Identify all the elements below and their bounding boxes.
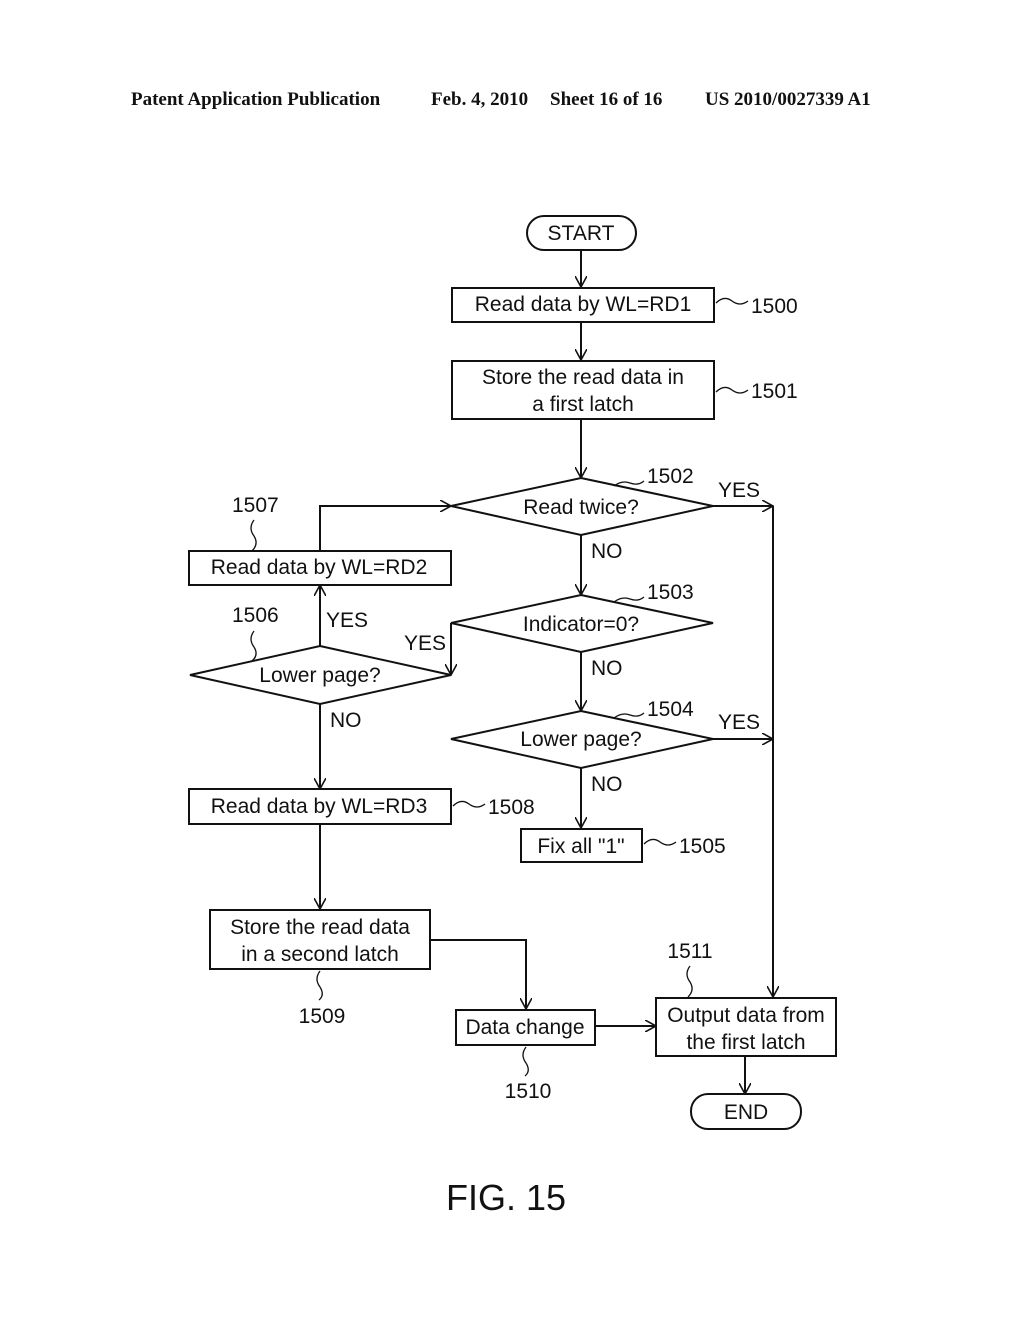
step-1505-text: Fix all "1" [537, 835, 624, 858]
decision-1503-no-label: NO [591, 657, 623, 680]
edge-1509-1510 [430, 939, 526, 1009]
figure-label: FIG. 15 [446, 1177, 566, 1218]
decision-1503-yes-label: YES [404, 632, 446, 655]
step-1509: Store the read data in a second latch 15… [209, 909, 431, 1028]
step-1510-text: Data change [465, 1016, 584, 1039]
ref-leader-1500 [715, 297, 749, 305]
ref-1505: 1505 [679, 835, 726, 858]
ref-leader-1501 [715, 386, 749, 394]
decision-1503-text: Indicator=0? [523, 613, 639, 636]
decision-1504-text: Lower page? [520, 728, 641, 751]
step-1501-line2: a first latch [532, 393, 634, 416]
end-terminal: END [690, 1093, 802, 1130]
end-label: END [724, 1101, 768, 1124]
ref-1504: 1504 [647, 698, 694, 721]
step-1500: Read data by WL=RD1 1500 [451, 287, 798, 323]
ref-1501: 1501 [751, 380, 798, 403]
ref-1500: 1500 [751, 295, 798, 318]
ref-1508: 1508 [488, 796, 535, 819]
decision-1502: Read twice? 1502 YES NO [450, 465, 760, 563]
ref-1506: 1506 [232, 604, 279, 627]
ref-1507: 1507 [232, 494, 279, 517]
step-1511-line1: Output data from [667, 1004, 825, 1027]
decision-1502-no-label: NO [591, 540, 623, 563]
ref-leader-1504 [613, 712, 645, 719]
ref-leader-1511 [686, 965, 693, 998]
flowchart: START Read data by WL=RD1 1500 Store the… [188, 215, 837, 1218]
decision-1504-yes-label: YES [718, 711, 760, 734]
ref-leader-1509 [316, 970, 323, 1001]
decision-1502-yes-label: YES [718, 479, 760, 502]
decision-1506-text: Lower page? [259, 664, 380, 687]
step-1507-text: Read data by WL=RD2 [211, 556, 428, 579]
ref-leader-1508 [452, 800, 486, 808]
step-1509-line1: Store the read data [230, 916, 410, 939]
ref-1509: 1509 [299, 1005, 346, 1028]
step-1508: Read data by WL=RD3 1508 [188, 788, 535, 825]
decision-1504-no-label: NO [591, 773, 623, 796]
start-label: START [548, 222, 615, 245]
step-1508-text: Read data by WL=RD3 [211, 795, 428, 818]
decision-1504: Lower page? 1504 YES NO [450, 698, 760, 796]
ref-leader-1510 [522, 1046, 529, 1077]
step-1505: Fix all "1" 1505 [520, 828, 726, 863]
ref-leader-1503 [613, 596, 645, 603]
step-1500-text: Read data by WL=RD1 [475, 293, 692, 316]
ref-1503: 1503 [647, 581, 694, 604]
ref-leader-1507 [250, 519, 257, 552]
ref-leader-1506 [250, 630, 257, 662]
decision-1506-yes-label: YES [326, 609, 368, 632]
ref-1510: 1510 [505, 1080, 552, 1103]
ref-1502: 1502 [647, 465, 694, 488]
step-1509-line2: in a second latch [241, 943, 399, 966]
ref-leader-1505 [643, 838, 677, 846]
step-1511-line2: the first latch [686, 1031, 805, 1054]
start-terminal: START [526, 215, 637, 251]
decision-1502-text: Read twice? [523, 496, 639, 519]
step-1511: Output data from the first latch 1511 [655, 940, 837, 1057]
decision-1506-no-label: NO [330, 709, 362, 732]
ref-1511: 1511 [667, 940, 712, 963]
step-1501-line1: Store the read data in [482, 366, 684, 389]
step-1510: Data change 1510 [455, 1009, 596, 1103]
edge-1507-1502 [319, 506, 451, 550]
step-1501: Store the read data in a first latch 150… [451, 360, 798, 420]
